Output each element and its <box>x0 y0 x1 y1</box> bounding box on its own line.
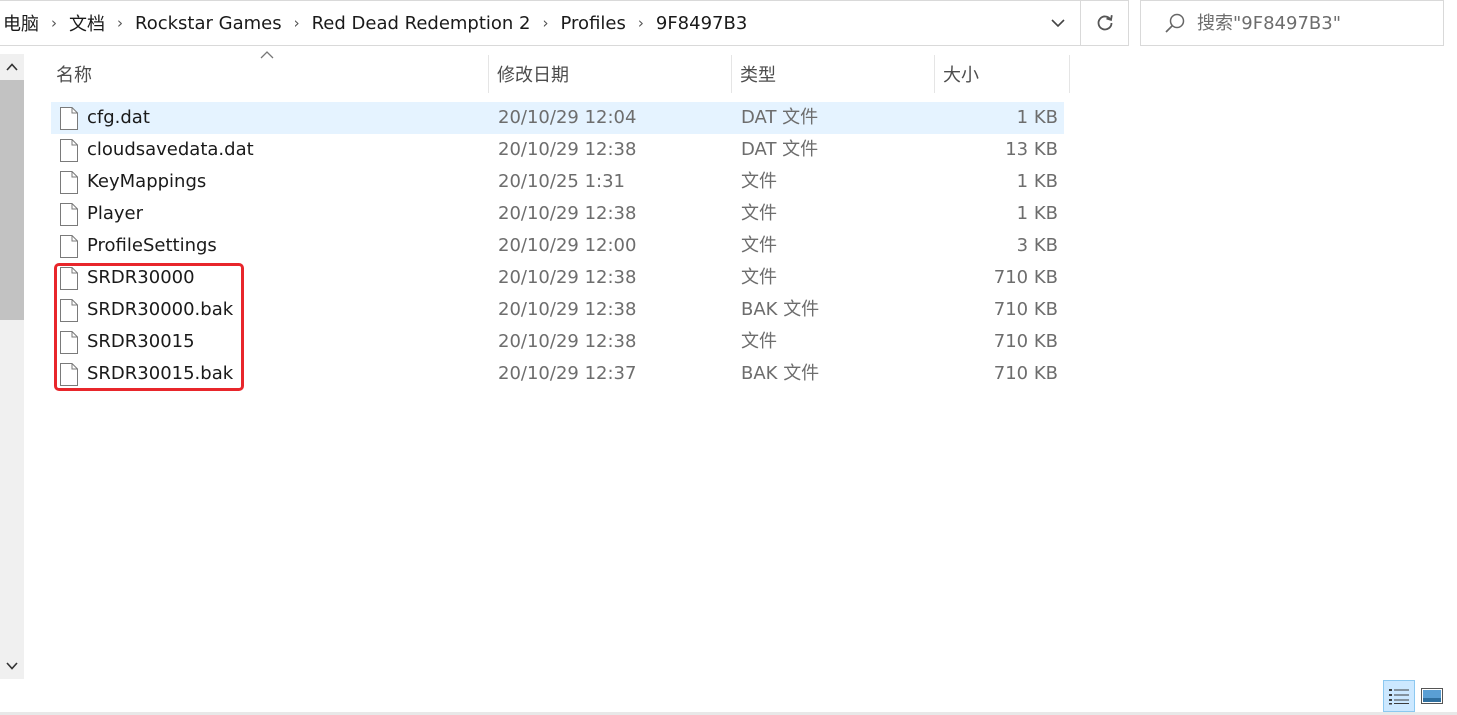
breadcrumb-item-profiles[interactable]: Profiles <box>558 13 629 34</box>
file-type: 文件 <box>741 331 777 352</box>
column-header-name[interactable]: 名称 <box>51 55 489 93</box>
file-type: 文件 <box>741 267 777 288</box>
column-header-size[interactable]: 大小 <box>938 55 1070 93</box>
scroll-down-button[interactable] <box>0 653 24 679</box>
file-date: 20/10/29 12:38 <box>498 299 637 320</box>
file-size: 710 KB <box>993 363 1058 384</box>
column-header-type-label: 类型 <box>740 65 776 86</box>
details-view-button[interactable] <box>1383 680 1415 712</box>
breadcrumb: 电脑 › 文档 › Rockstar Games › Red Dead Rede… <box>0 1 750 45</box>
scroll-up-button[interactable] <box>0 54 24 80</box>
file-date: 20/10/29 12:00 <box>498 235 637 256</box>
file-date: 20/10/29 12:38 <box>498 139 637 160</box>
file-size: 710 KB <box>993 299 1058 320</box>
breadcrumb-item-rdr2[interactable]: Red Dead Redemption 2 <box>309 13 534 34</box>
file-size: 1 KB <box>1016 171 1058 192</box>
file-name: KeyMappings <box>87 171 207 192</box>
refresh-button[interactable] <box>1081 0 1129 46</box>
chevron-right-icon[interactable]: › <box>534 14 558 32</box>
vertical-scrollbar[interactable] <box>0 54 24 679</box>
column-header-type[interactable]: 类型 <box>735 55 935 93</box>
file-row[interactable]: ProfileSettings 20/10/29 12:00 文件 3 KB <box>51 230 1064 262</box>
file-size: 1 KB <box>1016 107 1058 128</box>
file-icon <box>60 171 78 194</box>
search-box[interactable] <box>1140 0 1444 46</box>
search-icon <box>1153 1 1197 45</box>
file-row[interactable]: cfg.dat 20/10/29 12:04 DAT 文件 1 KB <box>51 102 1064 134</box>
file-icon <box>60 107 78 130</box>
refresh-icon <box>1097 15 1113 31</box>
file-row[interactable]: cloudsavedata.dat 20/10/29 12:38 DAT 文件 … <box>51 134 1064 166</box>
file-size: 710 KB <box>993 267 1058 288</box>
file-date: 20/10/29 12:38 <box>498 331 637 352</box>
chevron-right-icon[interactable]: › <box>108 14 132 32</box>
large-icons-view-icon <box>1421 688 1443 704</box>
breadcrumb-item-rockstar-games[interactable]: Rockstar Games <box>132 13 285 34</box>
breadcrumb-item-computer[interactable]: 电脑 <box>0 10 42 36</box>
file-name: cfg.dat <box>87 107 150 128</box>
details-view-icon <box>1389 689 1409 705</box>
chevron-down-icon <box>1051 18 1065 27</box>
address-history-dropdown[interactable] <box>1036 1 1080 45</box>
file-type: DAT 文件 <box>741 139 819 160</box>
file-type: BAK 文件 <box>741 363 820 384</box>
file-type: 文件 <box>741 203 777 224</box>
chevron-right-icon[interactable]: › <box>42 14 66 32</box>
search-input[interactable] <box>1197 12 1417 34</box>
chevron-down-icon <box>6 662 18 670</box>
column-header-date[interactable]: 修改日期 <box>492 55 732 93</box>
file-icon <box>60 139 78 162</box>
column-header-size-label: 大小 <box>943 65 979 86</box>
file-name: Player <box>87 203 144 224</box>
file-size: 1 KB <box>1016 203 1058 224</box>
breadcrumb-item-current-folder[interactable]: 9F8497B3 <box>653 13 750 34</box>
file-icon <box>60 203 78 226</box>
file-date: 20/10/29 12:37 <box>498 363 637 384</box>
file-size: 13 KB <box>1005 139 1058 160</box>
file-date: 20/10/29 12:04 <box>498 107 637 128</box>
address-bar[interactable]: 电脑 › 文档 › Rockstar Games › Red Dead Rede… <box>0 0 1081 46</box>
file-name: cloudsavedata.dat <box>87 139 254 160</box>
file-type: 文件 <box>741 235 777 256</box>
file-size: 710 KB <box>993 331 1058 352</box>
file-row[interactable]: KeyMappings 20/10/25 1:31 文件 1 KB <box>51 166 1064 198</box>
file-row[interactable]: Player 20/10/29 12:38 文件 1 KB <box>51 198 1064 230</box>
file-size: 3 KB <box>1016 235 1058 256</box>
file-type: DAT 文件 <box>741 107 819 128</box>
chevron-right-icon[interactable]: › <box>285 14 309 32</box>
breadcrumb-item-documents[interactable]: 文档 <box>66 10 108 36</box>
file-date: 20/10/29 12:38 <box>498 267 637 288</box>
file-type: 文件 <box>741 171 777 192</box>
large-icons-view-button[interactable] <box>1418 682 1446 710</box>
scroll-thumb[interactable] <box>0 80 24 320</box>
file-name: ProfileSettings <box>87 235 217 256</box>
chevron-right-icon[interactable]: › <box>629 14 653 32</box>
file-type: BAK 文件 <box>741 299 820 320</box>
highlight-box <box>54 263 244 391</box>
file-date: 20/10/29 12:38 <box>498 203 637 224</box>
file-date: 20/10/25 1:31 <box>498 171 625 192</box>
column-header-date-label: 修改日期 <box>497 65 569 86</box>
file-icon <box>60 235 78 258</box>
chevron-up-icon <box>6 63 18 71</box>
column-header-name-label: 名称 <box>56 65 92 86</box>
